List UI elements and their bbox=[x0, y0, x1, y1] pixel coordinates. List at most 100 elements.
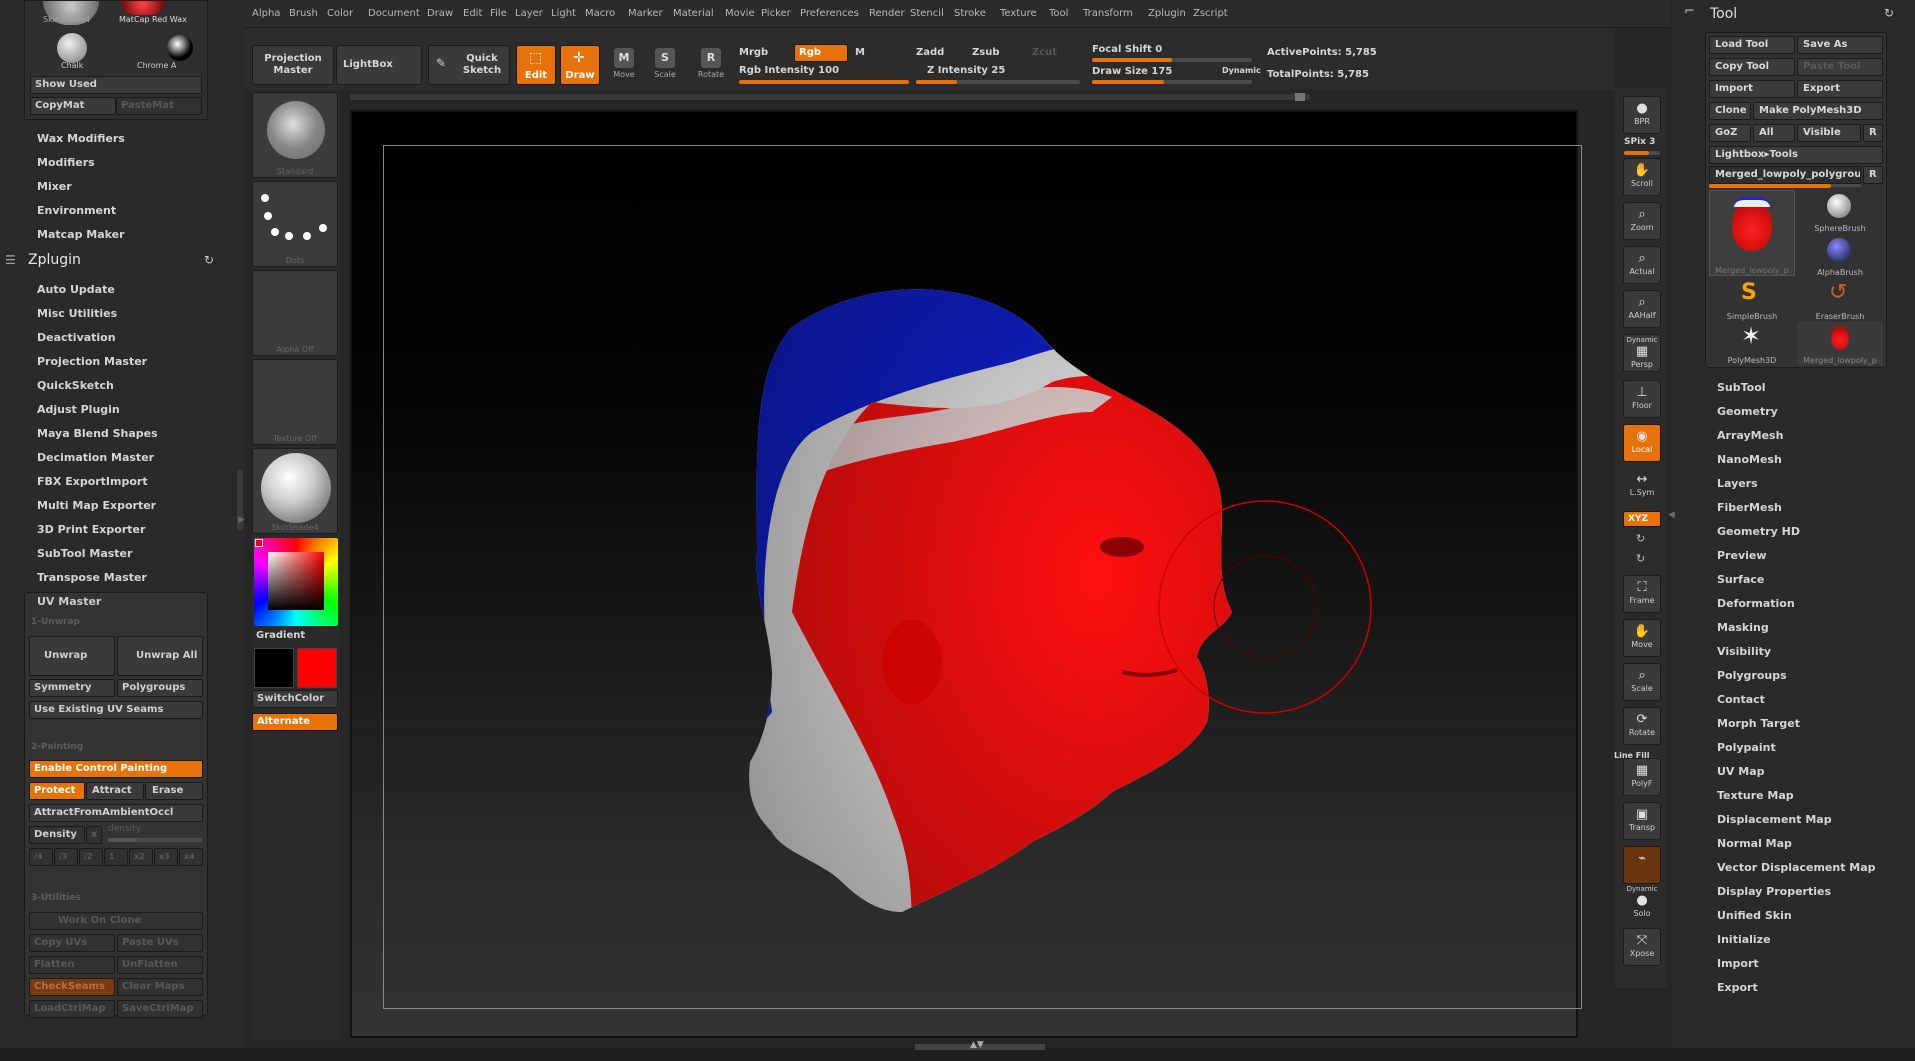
density-div3[interactable]: /3 bbox=[54, 848, 78, 866]
paste-uvs-button[interactable]: Paste UVs bbox=[117, 934, 203, 952]
aahalf-button[interactable]: ⌕ AAHalf bbox=[1623, 290, 1661, 328]
ghost-button[interactable]: ⌁ bbox=[1623, 846, 1661, 884]
density-div4[interactable]: /4 bbox=[29, 848, 53, 866]
frame-button[interactable]: ⛶ Frame bbox=[1623, 575, 1661, 613]
refresh-icon[interactable]: ↻ bbox=[204, 253, 214, 267]
refresh-icon[interactable]: ↻ bbox=[1884, 6, 1894, 20]
main-color-swatch[interactable] bbox=[297, 648, 337, 688]
alpha-thumbnail[interactable]: Alpha Off bbox=[252, 270, 338, 356]
density-x2[interactable]: x2 bbox=[129, 848, 153, 866]
top-scroll-thumb[interactable] bbox=[1295, 93, 1305, 101]
tool-surface[interactable]: Surface bbox=[1717, 573, 1764, 586]
zoom-button[interactable]: ⌕ Zoom bbox=[1623, 202, 1661, 240]
secondary-color-swatch[interactable] bbox=[254, 648, 294, 688]
chevron-icon[interactable]: ▲▼ bbox=[970, 1040, 984, 1050]
tool-preview[interactable]: Preview bbox=[1717, 549, 1767, 562]
copy-tool-button[interactable]: Copy Tool bbox=[1709, 58, 1795, 76]
import-button[interactable]: Import bbox=[1709, 80, 1795, 98]
save-ctrl-map-button[interactable]: SaveCtrlMap bbox=[117, 1000, 203, 1018]
tool-export[interactable]: Export bbox=[1717, 981, 1758, 994]
saturation-square[interactable] bbox=[268, 552, 324, 610]
erase-button[interactable]: Erase bbox=[145, 782, 203, 800]
zplugin-item[interactable]: SubTool Master bbox=[37, 547, 132, 560]
density-1[interactable]: 1 bbox=[104, 848, 128, 866]
rotate-z-icon[interactable]: ↻ bbox=[1636, 552, 1645, 565]
tool-polygroups[interactable]: Polygroups bbox=[1717, 669, 1787, 682]
floor-button[interactable]: ⊥ Floor bbox=[1623, 380, 1661, 418]
stroke-thumbnail[interactable]: Dots bbox=[252, 181, 338, 267]
move-view-button[interactable]: ✋ Move bbox=[1623, 619, 1661, 657]
symmetry-toggle[interactable]: Symmetry bbox=[29, 679, 115, 697]
zplugin-item[interactable]: 3D Print Exporter bbox=[37, 523, 145, 536]
density-x-button[interactable]: x bbox=[86, 826, 102, 844]
tool-morph-target[interactable]: Morph Target bbox=[1717, 717, 1800, 730]
polygroups-toggle[interactable]: Polygroups bbox=[117, 679, 203, 697]
work-on-clone-button[interactable]: Work On Clone bbox=[29, 912, 203, 930]
tool-deformation[interactable]: Deformation bbox=[1717, 597, 1795, 610]
tool-geometry-hd[interactable]: Geometry HD bbox=[1717, 525, 1800, 538]
tool-normal-map[interactable]: Normal Map bbox=[1717, 837, 1792, 850]
load-tool-button[interactable]: Load Tool bbox=[1709, 36, 1795, 54]
chrome-sphere[interactable] bbox=[167, 35, 193, 61]
load-ctrl-map-button[interactable]: LoadCtrlMap bbox=[29, 1000, 115, 1018]
head-model[interactable] bbox=[352, 112, 1580, 1040]
tool-unified-skin[interactable]: Unified Skin bbox=[1717, 909, 1792, 922]
zplugin-item[interactable]: Auto Update bbox=[37, 283, 115, 296]
uv-master-title[interactable]: UV Master bbox=[37, 595, 101, 608]
local-button[interactable]: ◉ Local bbox=[1623, 424, 1661, 462]
chalk-sphere[interactable] bbox=[57, 33, 87, 63]
m-toggle[interactable]: M bbox=[855, 47, 865, 58]
zadd-toggle[interactable]: Zadd bbox=[916, 47, 944, 58]
menu-zplugin[interactable]: Zplugin bbox=[1148, 8, 1186, 19]
menu-render[interactable]: Render bbox=[869, 8, 905, 19]
tool-displacement-map[interactable]: Displacement Map bbox=[1717, 813, 1832, 826]
tool-thumb-merged[interactable]: Merged_lowpoly_p bbox=[1709, 190, 1795, 276]
use-existing-uv-seams-toggle[interactable]: Use Existing UV Seams bbox=[29, 701, 203, 719]
menu-tool[interactable]: Tool bbox=[1049, 8, 1068, 19]
menu-edit[interactable]: Edit bbox=[463, 8, 482, 19]
zplugin-title[interactable]: Zplugin bbox=[28, 252, 81, 268]
menu-movie[interactable]: Movie bbox=[725, 8, 755, 19]
pastemat-button[interactable]: PasteMat bbox=[116, 97, 202, 115]
xpose-button[interactable]: ⤧ Xpose bbox=[1623, 928, 1661, 966]
menu-stencil[interactable]: Stencil bbox=[910, 8, 944, 19]
zplugin-item[interactable]: Projection Master bbox=[37, 355, 147, 368]
clear-maps-button[interactable]: Clear Maps bbox=[117, 978, 203, 996]
menu-modifiers[interactable]: Modifiers bbox=[37, 156, 95, 169]
tool-display-properties[interactable]: Display Properties bbox=[1717, 885, 1831, 898]
tool-import[interactable]: Import bbox=[1717, 957, 1759, 970]
z-intensity-slider[interactable] bbox=[916, 80, 1080, 84]
solo-button[interactable]: Dynamic ● Solo bbox=[1623, 884, 1661, 922]
menu-picker[interactable]: Picker bbox=[761, 8, 791, 19]
top-scrollbar[interactable] bbox=[350, 94, 1310, 100]
zplugin-item[interactable]: Transpose Master bbox=[37, 571, 147, 584]
current-tool-name[interactable]: Merged_lowpoly_polygrou bbox=[1709, 166, 1861, 184]
tool-nanomesh[interactable]: NanoMesh bbox=[1717, 453, 1782, 466]
rotate-y-icon[interactable]: ↻ bbox=[1636, 532, 1645, 545]
density-x3[interactable]: x3 bbox=[154, 848, 178, 866]
collapse-arrow-icon[interactable]: ◀ bbox=[1668, 510, 1675, 520]
color-picker[interactable] bbox=[254, 538, 338, 626]
zplugin-item[interactable]: Maya Blend Shapes bbox=[37, 427, 158, 440]
current-tool-r-button[interactable]: R bbox=[1863, 166, 1883, 184]
tool-masking[interactable]: Masking bbox=[1717, 621, 1769, 634]
tool-layers[interactable]: Layers bbox=[1717, 477, 1758, 490]
density-x4[interactable]: x4 bbox=[179, 848, 203, 866]
tool-thumb-spherebrush[interactable]: SphereBrush bbox=[1797, 190, 1883, 233]
tool-visibility[interactable]: Visibility bbox=[1717, 645, 1771, 658]
lightbox-button[interactable]: LightBox bbox=[336, 45, 422, 85]
rgb-toggle[interactable]: Rgb bbox=[794, 44, 848, 62]
zplugin-item[interactable]: Adjust Plugin bbox=[37, 403, 120, 416]
zplugin-item[interactable]: Multi Map Exporter bbox=[37, 499, 156, 512]
palette-grip-icon[interactable]: ☰ bbox=[5, 253, 16, 267]
menu-alpha[interactable]: Alpha bbox=[252, 8, 280, 19]
enable-control-painting-toggle[interactable]: Enable Control Painting bbox=[29, 760, 203, 778]
menu-transform[interactable]: Transform bbox=[1083, 8, 1133, 19]
actual-button[interactable]: ⌕ Actual bbox=[1623, 246, 1661, 284]
rotate-mode-button[interactable]: R Rotate bbox=[693, 48, 729, 84]
polyf-button[interactable]: ▦ PolyF bbox=[1623, 758, 1661, 796]
menu-brush[interactable]: Brush bbox=[289, 8, 318, 19]
tool-title[interactable]: Tool bbox=[1710, 6, 1737, 22]
unflatten-button[interactable]: UnFlatten bbox=[117, 956, 203, 974]
attract-from-ao-button[interactable]: AttractFromAmbientOccl bbox=[29, 804, 203, 822]
